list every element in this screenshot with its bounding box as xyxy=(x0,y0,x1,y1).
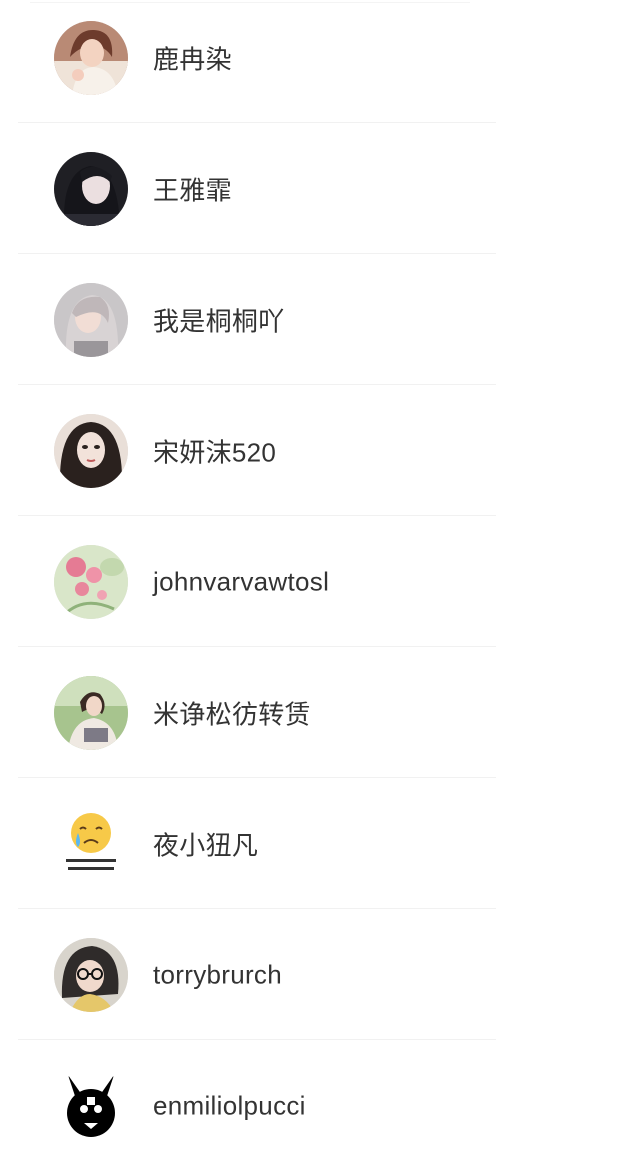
contact-row[interactable]: 夜小狃凡 xyxy=(0,778,640,909)
avatar-crying-emoji-icon xyxy=(54,806,128,881)
contact-row[interactable]: torrybrurch xyxy=(0,909,640,1040)
contact-row[interactable]: 王雅霏 xyxy=(0,123,640,254)
contact-name: torrybrurch xyxy=(153,959,282,989)
contact-name: 鹿冉染 xyxy=(153,44,232,74)
avatar[interactable] xyxy=(54,20,128,95)
avatar-photo-light-hair-icon xyxy=(54,282,128,357)
contact-name: 我是桐桐吖 xyxy=(153,306,285,336)
avatar-illustration-portrait-icon xyxy=(54,413,128,488)
avatar[interactable] xyxy=(54,413,128,488)
contact-name: johnvarvawtosl xyxy=(153,566,330,596)
contact-name: 宋妍沫520 xyxy=(153,437,277,467)
contact-row[interactable]: johnvarvawtosl xyxy=(0,516,640,647)
avatar-photo-girl-outdoor-icon xyxy=(54,675,128,750)
avatar[interactable] xyxy=(54,675,128,750)
avatar[interactable] xyxy=(54,937,128,1012)
avatar-photo-glasses-icon xyxy=(54,937,128,1012)
contact-name: 夜小狃凡 xyxy=(153,830,259,860)
avatar[interactable] xyxy=(54,1068,128,1143)
contact-name: 米诤松彷转赁 xyxy=(153,699,311,729)
avatar-photo-girl-sofa-icon xyxy=(54,20,128,95)
avatar-photo-dark-hair-icon xyxy=(54,151,128,226)
avatar[interactable] xyxy=(54,282,128,357)
avatar-skull-rabbit-logo-icon xyxy=(54,1068,128,1143)
contact-row[interactable]: 米诤松彷转赁 xyxy=(0,647,640,778)
contact-row[interactable]: 宋妍沫520 xyxy=(0,385,640,516)
contact-name: enmiliolpucci xyxy=(153,1090,306,1120)
contact-row[interactable]: 我是桐桐吖 xyxy=(0,254,640,385)
avatar[interactable] xyxy=(54,151,128,226)
contact-row[interactable]: 鹿冉染 xyxy=(0,0,640,123)
contact-row[interactable]: enmiliolpucci xyxy=(0,1040,640,1171)
contact-list: 鹿冉染 王雅霏 我是桐桐吖 宋妍沫520 johnvarvawtosl 米诤松彷… xyxy=(0,0,640,1171)
avatar-photo-pink-flowers-icon xyxy=(54,544,128,619)
avatar[interactable] xyxy=(54,806,128,881)
avatar[interactable] xyxy=(54,544,128,619)
contact-name: 王雅霏 xyxy=(153,175,232,205)
